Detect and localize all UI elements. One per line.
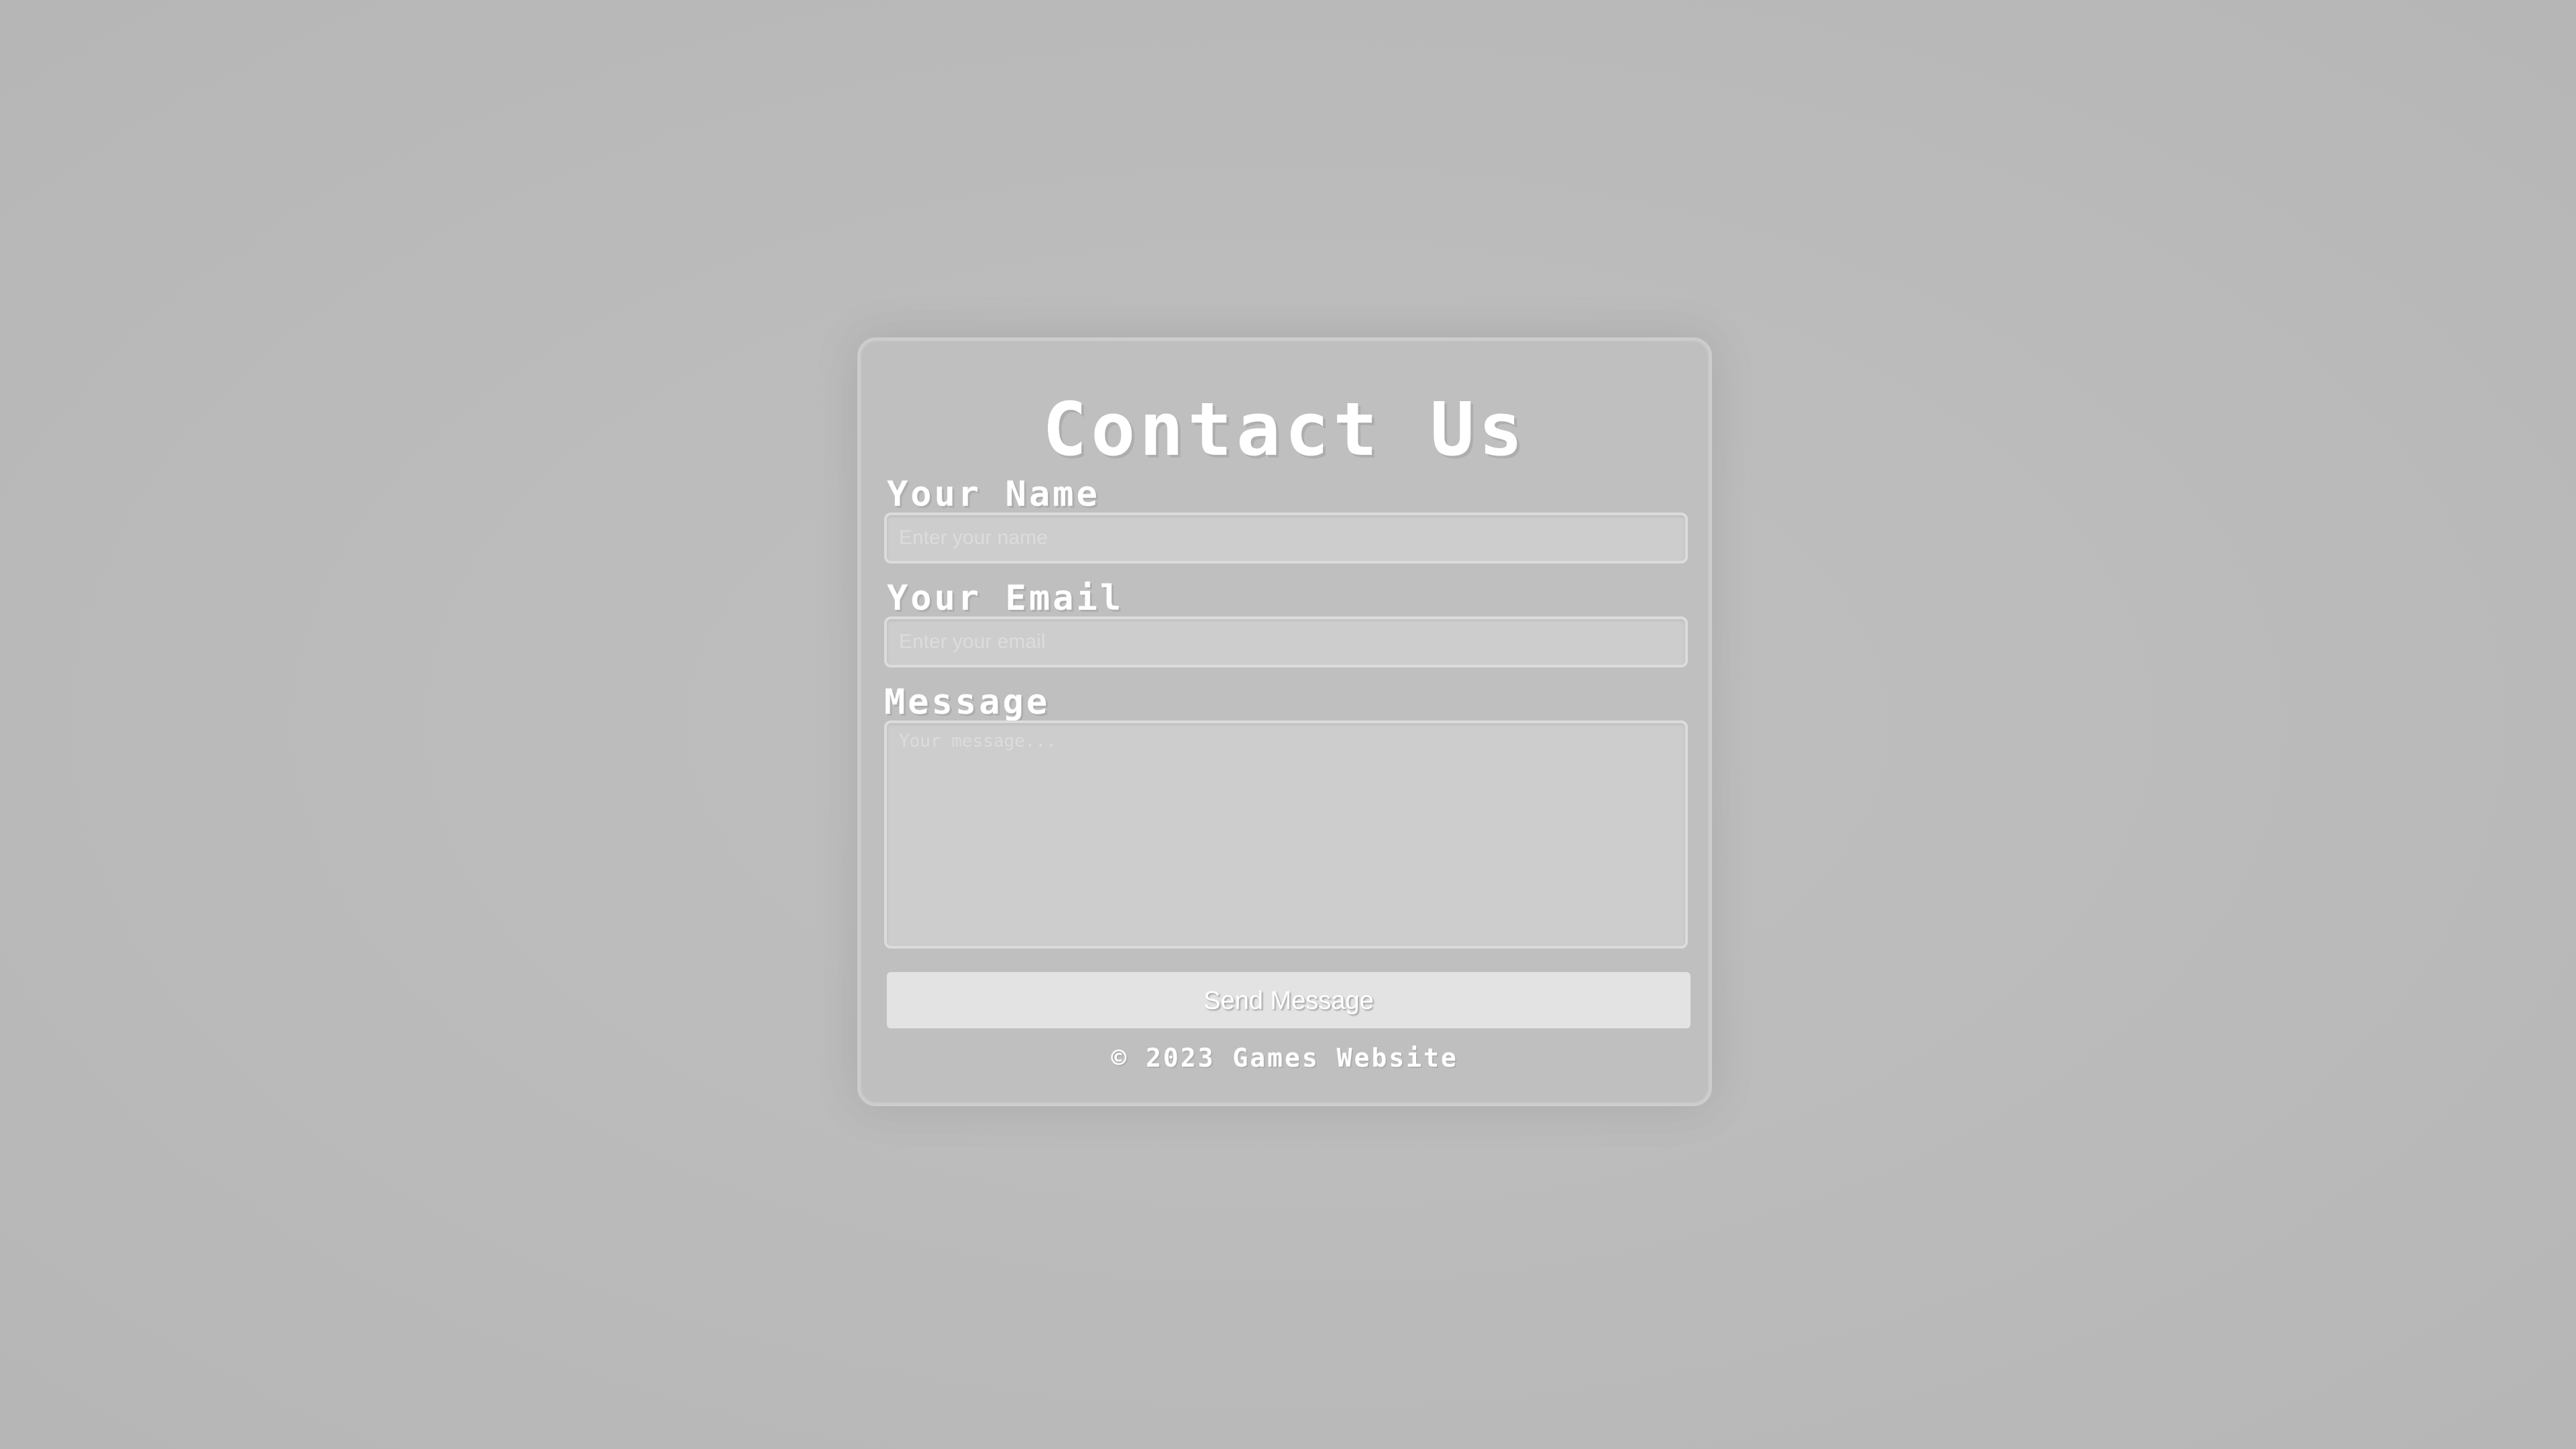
email-label: Your Email [887,578,1124,619]
email-input[interactable] [884,616,1688,667]
send-message-button[interactable]: Send Message [887,972,1690,1028]
message-textarea[interactable] [884,720,1688,949]
message-label: Message [884,682,1051,722]
page-title: Contact Us [1042,386,1527,472]
name-label: Your Name [887,474,1100,515]
name-input[interactable] [884,513,1688,564]
contact-card: Contact Us Your Name Your Email Message … [857,337,1712,1106]
footer-copyright: © 2023 Games Website [1111,1043,1458,1073]
